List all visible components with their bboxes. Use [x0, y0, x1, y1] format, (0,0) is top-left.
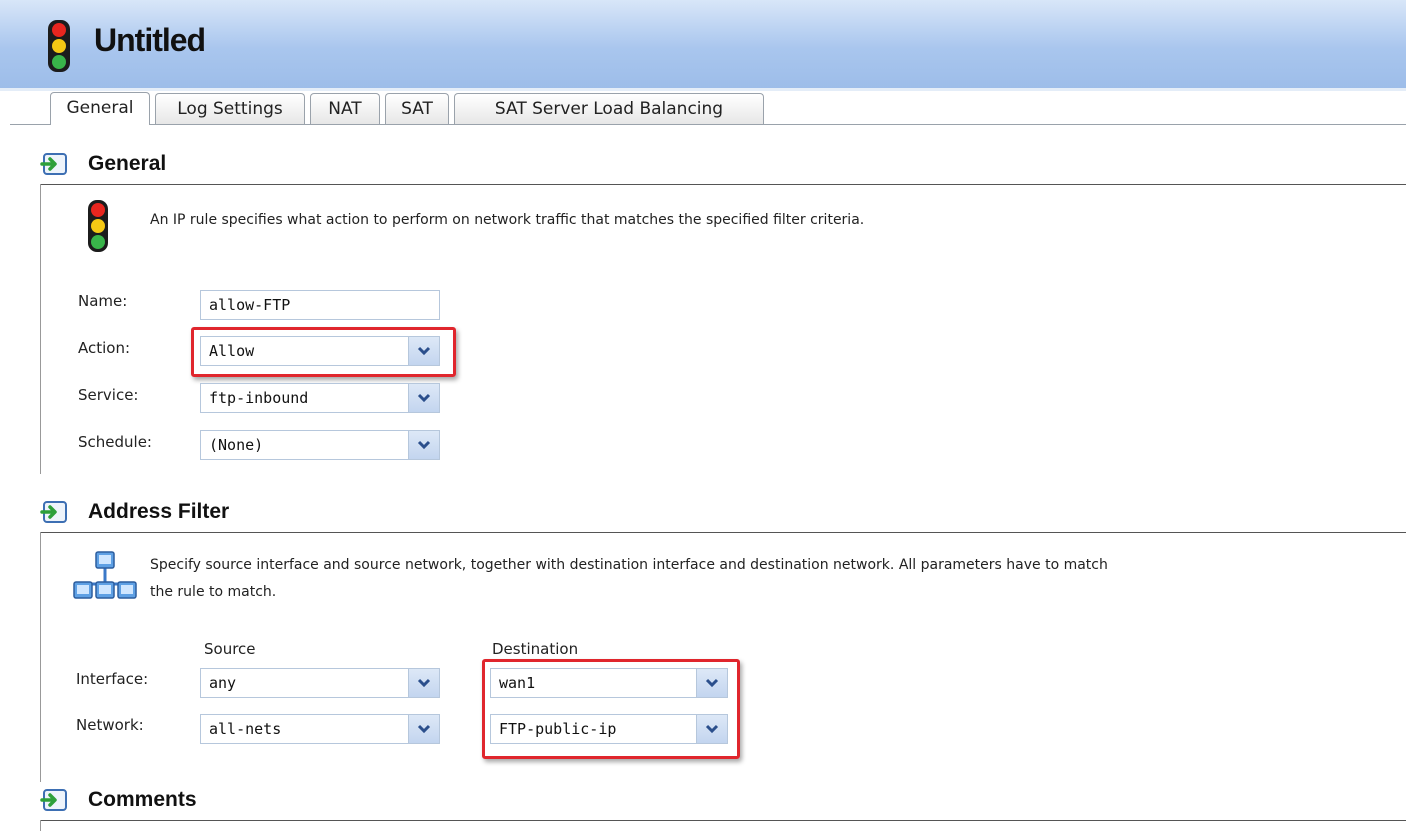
- comments-section-heading: Comments: [88, 788, 197, 811]
- title-bar-divider: [0, 88, 1406, 91]
- action-highlight: [191, 327, 456, 377]
- tab-label: Log Settings: [177, 99, 283, 119]
- tab-label: SAT Server Load Balancing: [494, 99, 724, 119]
- tab-sat[interactable]: SAT: [385, 93, 449, 124]
- general-section-heading: General: [88, 152, 167, 175]
- network-icon: [73, 551, 137, 599]
- section-arrow-icon: [40, 501, 67, 523]
- service-select-value: ftp-inbound: [209, 389, 309, 407]
- destination-column-header: Destination: [492, 640, 579, 658]
- section-arrow-icon: [40, 789, 67, 811]
- tab-log-settings[interactable]: Log Settings: [155, 93, 305, 124]
- interface-label: Interface:: [76, 670, 149, 688]
- traffic-light-icon: [48, 20, 70, 72]
- address-filter-section-border: [40, 532, 41, 782]
- page-title: Untitled: [94, 22, 206, 58]
- tab-strip-divider: [10, 124, 1406, 125]
- source-column-header: Source: [204, 640, 256, 658]
- network-label: Network:: [76, 716, 144, 734]
- service-label: Service:: [78, 386, 139, 404]
- tab-label: General: [66, 98, 134, 118]
- name-label: Name:: [78, 292, 128, 310]
- general-description: An IP rule specifies what action to perf…: [150, 212, 865, 228]
- chevron-down-icon[interactable]: [408, 384, 439, 412]
- schedule-select[interactable]: (None): [200, 430, 440, 460]
- chevron-down-icon[interactable]: [408, 431, 439, 459]
- source-network-select[interactable]: all-nets: [200, 714, 440, 744]
- general-section-divider: [40, 184, 1406, 185]
- source-network-value: all-nets: [209, 720, 282, 738]
- address-filter-section-divider: [40, 532, 1406, 533]
- tab-nat[interactable]: NAT: [310, 93, 380, 124]
- comments-section-border: [40, 820, 41, 831]
- address-filter-section-heading: Address Filter: [88, 500, 230, 523]
- source-interface-select[interactable]: any: [200, 668, 440, 698]
- destination-highlight: [482, 659, 740, 759]
- section-arrow-icon: [40, 153, 67, 175]
- tab-label: NAT: [328, 99, 362, 119]
- tab-general[interactable]: General: [50, 92, 150, 125]
- address-filter-description-line1: Specify source interface and source netw…: [150, 557, 1108, 573]
- source-interface-value: any: [209, 674, 237, 692]
- chevron-down-icon[interactable]: [408, 715, 439, 743]
- schedule-label: Schedule:: [78, 433, 152, 451]
- general-section-border: [40, 184, 41, 474]
- action-label: Action:: [78, 339, 131, 357]
- service-select[interactable]: ftp-inbound: [200, 383, 440, 413]
- name-field[interactable]: allow-FTP: [200, 290, 440, 320]
- traffic-light-icon: [88, 200, 108, 252]
- comments-section-divider: [40, 820, 1406, 821]
- tab-label: SAT: [401, 99, 433, 119]
- schedule-select-value: (None): [209, 436, 264, 454]
- title-bar: [0, 0, 1406, 88]
- address-filter-description-line2: the rule to match.: [150, 584, 277, 600]
- tab-sat-server-load-balancing[interactable]: SAT Server Load Balancing: [454, 93, 764, 124]
- chevron-down-icon[interactable]: [408, 669, 439, 697]
